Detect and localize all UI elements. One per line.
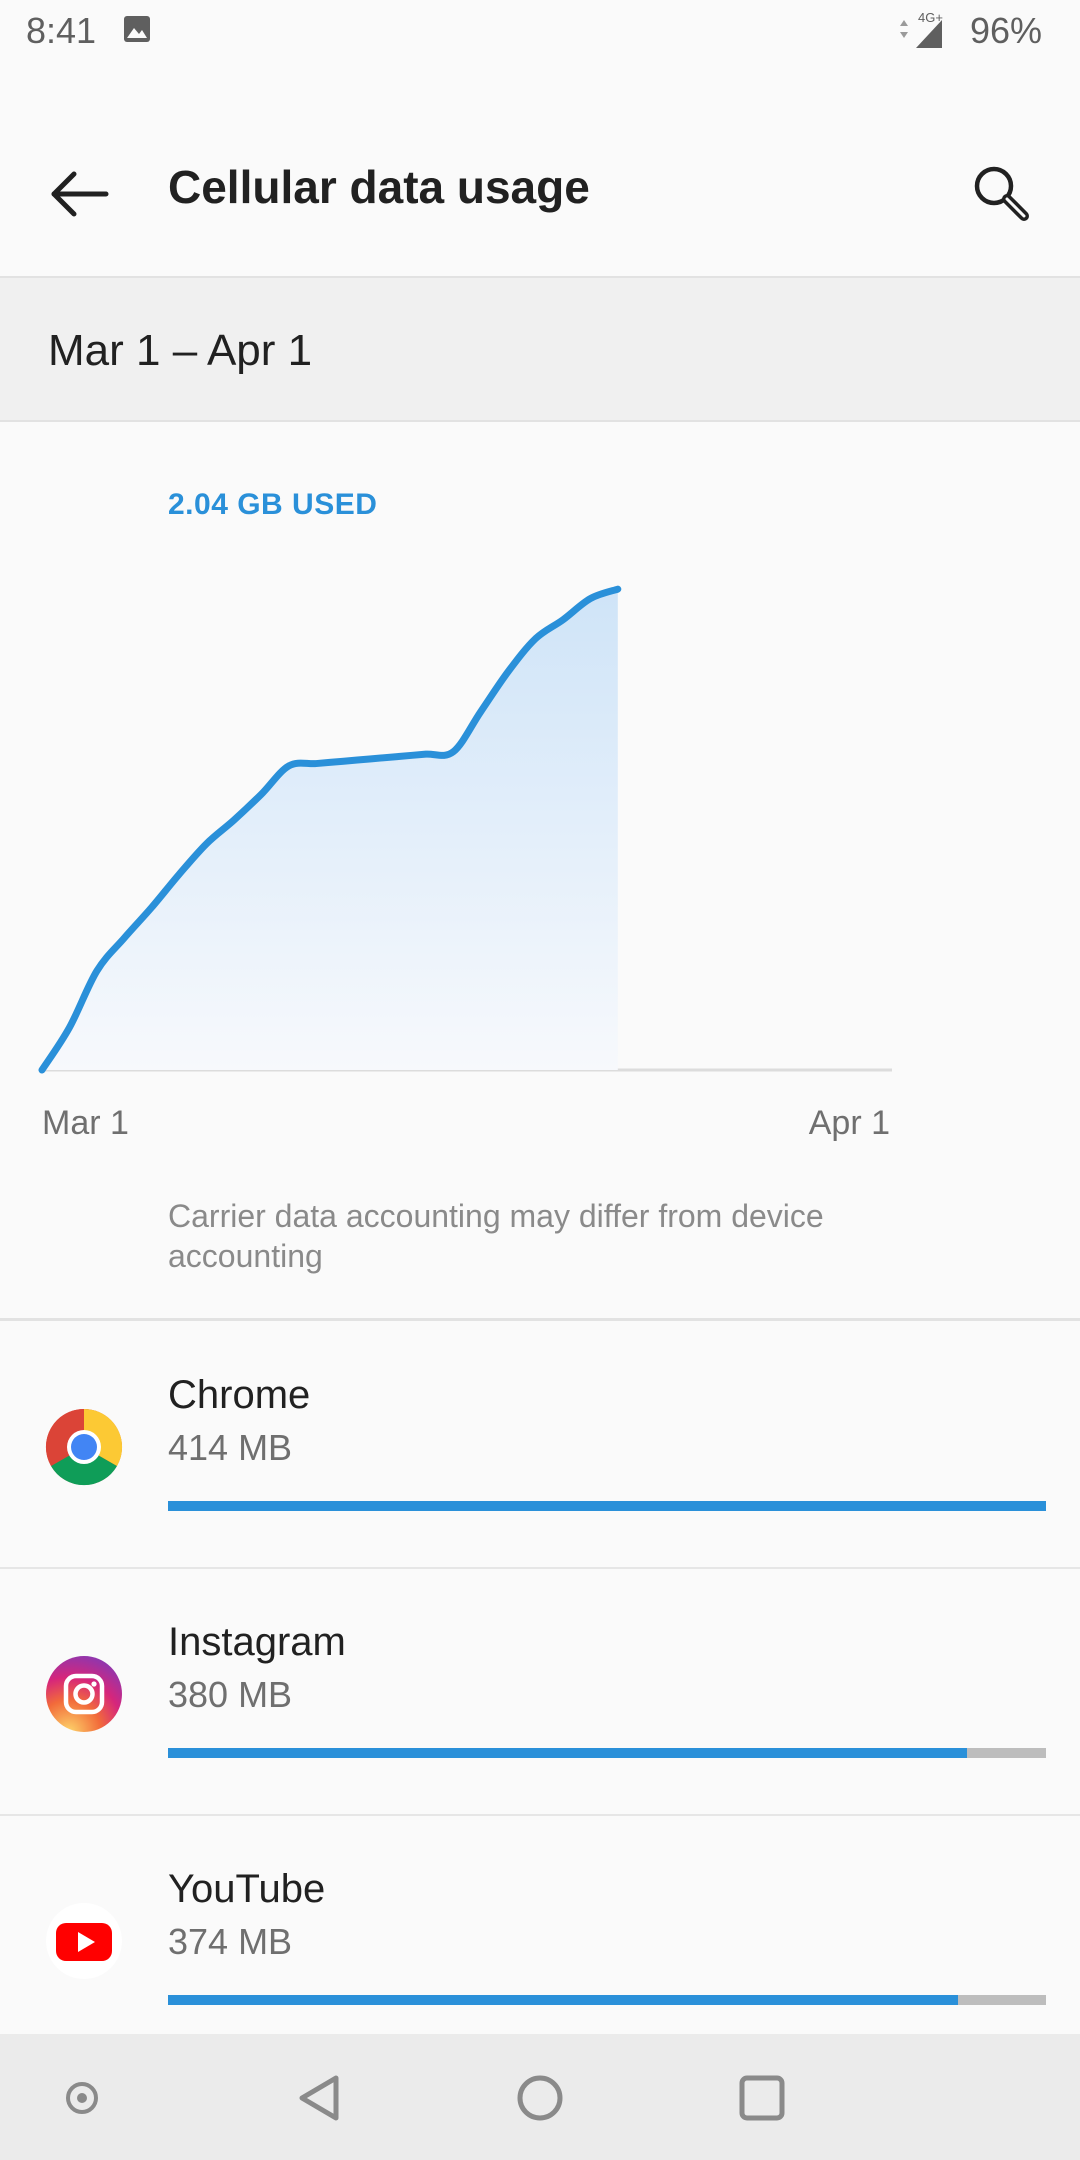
app-bar: Cellular data usage	[0, 66, 1080, 278]
app-usage-bar-fill	[168, 1748, 967, 1758]
usage-chart	[38, 585, 892, 1074]
app-name: Instagram	[168, 1620, 346, 1664]
app-usage-bar	[168, 1748, 1046, 1758]
app-name: Chrome	[168, 1373, 311, 1417]
youtube-icon	[46, 1903, 122, 1979]
home-nav-icon[interactable]	[498, 2056, 582, 2140]
app-usage-bar	[168, 1995, 1046, 2005]
image-notification-icon	[124, 16, 150, 42]
app-data-size: 414 MB	[168, 1427, 293, 1468]
data-used-total: 2.04 GB USED	[168, 488, 378, 521]
page-title: Cellular data usage	[168, 161, 590, 213]
assistant-nav-icon[interactable]	[40, 2056, 124, 2140]
app-row-youtube[interactable]: YouTube 374 MB	[0, 1815, 1080, 2061]
carrier-disclaimer: Carrier data accounting may differ from …	[168, 1198, 824, 1274]
app-row-chrome[interactable]: Chrome 414 MB	[0, 1321, 1080, 1569]
app-usage-bar-fill	[168, 1501, 1046, 1511]
search-icon	[974, 166, 1029, 221]
back-arrow-icon	[51, 171, 109, 217]
back-nav-icon[interactable]	[278, 2056, 362, 2140]
back-button[interactable]	[40, 154, 120, 234]
chart-x-end-label: Apr 1	[808, 1104, 890, 1142]
status-bar: 8:41 4G+ 96%	[0, 0, 1080, 66]
signal-status: 4G+	[896, 10, 954, 50]
usage-area	[42, 589, 618, 1070]
app-name: YouTube	[168, 1867, 326, 1911]
recents-nav-icon[interactable]	[720, 2056, 804, 2140]
battery-percent: 96%	[969, 10, 1042, 51]
chrome-icon	[45, 1408, 123, 1486]
date-range-selector[interactable]: Mar 1 – Apr 1	[0, 278, 1080, 422]
search-button[interactable]	[962, 154, 1042, 234]
app-data-size: 374 MB	[168, 1921, 293, 1962]
status-time: 8:41	[26, 10, 97, 51]
signal-icon	[900, 20, 942, 48]
app-row-instagram[interactable]: Instagram 380 MB	[0, 1568, 1080, 1816]
chart-x-start-label: Mar 1	[42, 1104, 129, 1142]
app-usage-bar-fill	[168, 1995, 959, 2005]
date-range-label: Mar 1 – Apr 1	[48, 326, 313, 375]
navigation-bar	[0, 2034, 1080, 2160]
app-data-size: 380 MB	[168, 1674, 293, 1715]
instagram-icon	[46, 1656, 122, 1732]
app-usage-bar	[168, 1501, 1046, 1511]
